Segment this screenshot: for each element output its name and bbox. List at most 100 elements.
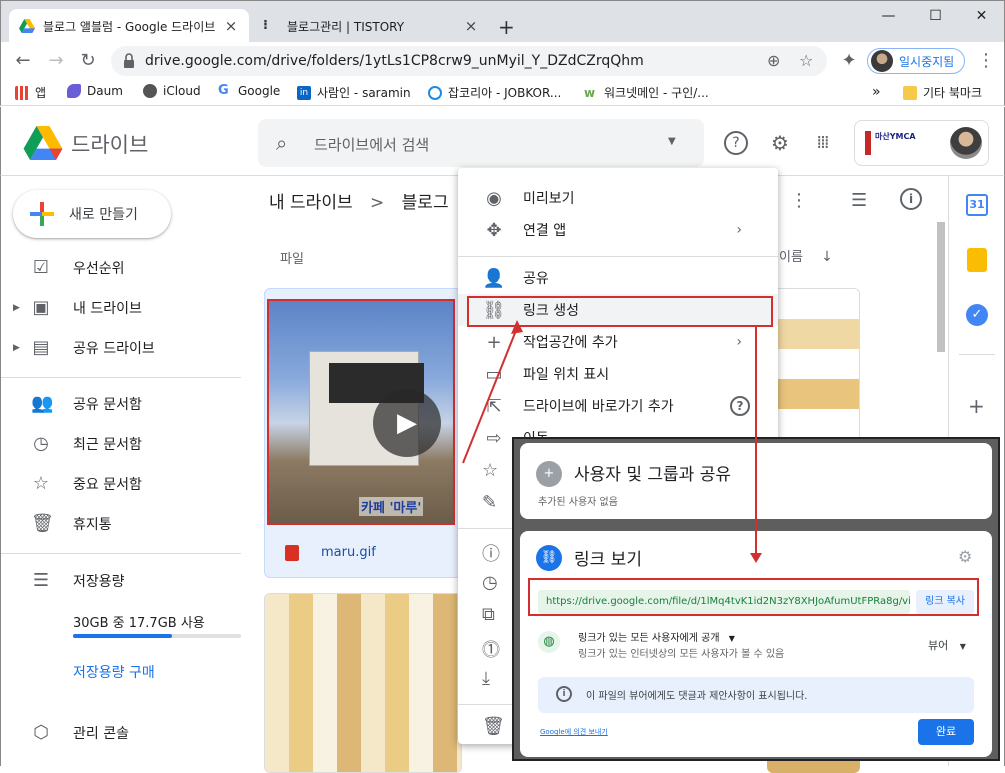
role-dropdown[interactable]: 뷰어 ▼ bbox=[928, 637, 966, 653]
maximize-button[interactable]: ☐ bbox=[913, 1, 958, 31]
menu-item-label: 드라이브에 바로가기 추가 bbox=[523, 399, 674, 415]
link-icon: ⛓ bbox=[536, 545, 562, 571]
breadcrumb-my-drive[interactable]: 내 드라이브 bbox=[269, 193, 353, 213]
bookmark-apps[interactable]: 앱 bbox=[15, 84, 46, 101]
bookmark-jobkorea[interactable]: 잡코리아 - JOBKOR... bbox=[428, 84, 561, 101]
chevron-right-icon: › bbox=[736, 222, 742, 238]
help-icon[interactable]: ? bbox=[724, 131, 748, 155]
new-tab-button[interactable]: + bbox=[498, 15, 515, 39]
sidebar-item-priority[interactable]: ☑ 우선순위 bbox=[1, 252, 241, 284]
address-bar[interactable]: drive.google.com/drive/folders/1ytLs1CP8… bbox=[111, 46, 827, 76]
avatar bbox=[871, 50, 893, 72]
new-button[interactable]: 새로 만들기 bbox=[13, 190, 171, 238]
download-icon[interactable]: ⤓ bbox=[482, 668, 490, 689]
sidebar-item-recent[interactable]: ◷ 최근 문서함 bbox=[1, 428, 241, 460]
bookmarks-bar: 앱 Daum iCloud G Google in 사람인 - saramin … bbox=[0, 80, 1005, 106]
sidebar-item-starred[interactable]: ☆ 중요 문서함 bbox=[1, 468, 241, 500]
chevron-right-icon: › bbox=[736, 334, 742, 350]
arrow-down-icon: ↓ bbox=[821, 249, 833, 265]
google-icon: G bbox=[218, 83, 229, 98]
trash-icon: 🗑 bbox=[31, 513, 54, 534]
divider bbox=[1, 377, 241, 378]
help-icon[interactable]: ? bbox=[730, 396, 750, 416]
avatar[interactable] bbox=[950, 127, 982, 159]
search-input[interactable]: ⌕ 드라이브에서 검색 ▼ bbox=[258, 119, 704, 167]
sidebar-item-my-drive[interactable]: ▶ ▣ 내 드라이브 bbox=[1, 292, 241, 324]
bookmarks-overflow-button[interactable]: » bbox=[872, 84, 881, 100]
bookmark-worknet[interactable]: w 워크넷메인 - 구인/... bbox=[584, 84, 709, 101]
search-icon[interactable]: ⌕ bbox=[276, 131, 287, 155]
sidebar-item-label: 최근 문서함 bbox=[73, 437, 142, 453]
rename-pencil-icon[interactable]: ✎ bbox=[482, 492, 497, 513]
settings-gear-icon[interactable]: ⚙ bbox=[768, 131, 792, 155]
close-tab-icon[interactable]: × bbox=[223, 17, 239, 35]
sort-by-name-button[interactable]: 이름 ↓ bbox=[779, 246, 833, 265]
bookmark-label: Daum bbox=[87, 84, 123, 98]
plus-icon bbox=[30, 202, 54, 226]
breadcrumb-current-folder[interactable]: 블로그 bbox=[402, 193, 449, 213]
sidebar-item-label: 내 드라이브 bbox=[73, 301, 142, 317]
list-view-icon[interactable]: ☰ bbox=[851, 190, 867, 211]
expand-arrow-icon[interactable]: ▶ bbox=[13, 303, 20, 313]
expand-arrow-icon[interactable]: ▶ bbox=[13, 343, 20, 353]
install-app-icon[interactable]: ⊕ bbox=[767, 51, 780, 70]
scrollbar-thumb[interactable] bbox=[937, 222, 945, 352]
sidebar-item-shared-drives[interactable]: ▶ ▤ 공유 드라이브 bbox=[1, 332, 241, 364]
tasks-check-icon[interactable]: ✓ bbox=[966, 304, 988, 326]
sidebar-item-admin-console[interactable]: ⬡ 관리 콘솔 bbox=[1, 717, 241, 749]
bookmark-star-icon[interactable]: ☆ bbox=[799, 51, 813, 70]
add-addon-plus-icon[interactable]: + bbox=[968, 394, 985, 418]
file-card-blurred[interactable] bbox=[264, 593, 462, 773]
apps-grid-icon[interactable]: ⁞⁞⁞ bbox=[810, 131, 834, 155]
google-drive-logo-icon[interactable] bbox=[23, 126, 63, 160]
my-drive-icon: ▣ bbox=[32, 297, 50, 318]
account-switcher[interactable]: 마산YMCA bbox=[854, 120, 989, 166]
minimize-button[interactable]: — bbox=[866, 1, 911, 31]
tab-title: 블로그 앨블럼 - Google 드라이브 bbox=[43, 19, 216, 34]
extensions-puzzle-icon[interactable]: ✦ bbox=[839, 51, 859, 71]
done-button[interactable]: 완료 bbox=[918, 719, 974, 745]
settings-gear-icon[interactable]: ⚙ bbox=[958, 547, 972, 566]
tab-drive[interactable]: 블로그 앨블럼 - Google 드라이브 × bbox=[9, 9, 249, 43]
sidebar-item-storage[interactable]: ☰ 저장용량 bbox=[1, 565, 241, 597]
file-card-maru[interactable]: ▶ 카페 '마루' maru.gif bbox=[264, 288, 462, 578]
bookmark-saramin[interactable]: in 사람인 - saramin bbox=[297, 84, 411, 101]
more-actions-kebab-icon[interactable]: ⋮ bbox=[790, 190, 808, 211]
search-options-icon[interactable]: ▼ bbox=[668, 136, 676, 147]
priority-icon: ☑ bbox=[32, 257, 50, 278]
reload-icon[interactable]: ↻ bbox=[78, 51, 98, 71]
menu-kebab-icon[interactable]: ⋮ bbox=[976, 51, 996, 71]
bookmark-other-folder[interactable]: 기타 북마크 bbox=[903, 84, 982, 101]
send-feedback-link[interactable]: Google에 의견 보내기 bbox=[540, 727, 608, 737]
access-level-dropdown[interactable]: 링크가 있는 모든 사용자에게 공개 ▼ bbox=[578, 629, 735, 644]
eye-icon: ◉ bbox=[486, 187, 502, 209]
url-text: drive.google.com/drive/folders/1ytLs1CP8… bbox=[145, 53, 644, 69]
sidebar-item-trash[interactable]: 🗑 휴지통 bbox=[1, 508, 241, 540]
calendar-icon[interactable]: 31 bbox=[966, 194, 988, 216]
copy-icon[interactable]: ⧉ bbox=[482, 604, 495, 625]
daum-icon bbox=[67, 84, 81, 98]
close-tab-icon[interactable]: × bbox=[463, 17, 479, 35]
sidebar-item-shared-with-me[interactable]: 👥 공유 문서함 bbox=[1, 388, 241, 420]
menu-item-open-with[interactable]: ✥ 연결 앱 › bbox=[458, 214, 778, 246]
bookmark-daum[interactable]: Daum bbox=[67, 84, 123, 98]
report-abuse-icon[interactable]: ⓵ bbox=[482, 636, 500, 662]
menu-item-preview[interactable]: ◉ 미리보기 bbox=[458, 182, 778, 214]
bookmark-google[interactable]: G Google bbox=[218, 83, 280, 99]
access-title: 링크가 있는 모든 사용자에게 공개 bbox=[578, 633, 720, 644]
back-icon[interactable]: ← bbox=[13, 51, 33, 71]
trash-icon[interactable]: 🗑 bbox=[482, 716, 505, 737]
close-window-button[interactable]: ✕ bbox=[959, 1, 1004, 31]
forward-icon[interactable]: → bbox=[46, 51, 66, 71]
file-thumbnail[interactable]: ▶ 카페 '마루' bbox=[267, 299, 455, 525]
profile-button[interactable]: 일시중지됨 bbox=[867, 48, 965, 74]
bookmark-icloud[interactable]: iCloud bbox=[143, 84, 201, 98]
info-icon[interactable]: i bbox=[900, 188, 922, 210]
version-history-icon[interactable]: ◷ bbox=[482, 572, 498, 593]
details-info-icon[interactable]: ⓘ bbox=[482, 540, 500, 566]
menu-item-share[interactable]: 👤 공유 bbox=[458, 262, 778, 294]
tab-tistory[interactable]: ⁝ 블로그관리 | TISTORY × bbox=[253, 9, 489, 43]
gif-play-icon[interactable]: ▶ bbox=[373, 389, 441, 457]
keep-icon[interactable] bbox=[967, 248, 987, 272]
buy-storage-link[interactable]: 저장용량 구매 bbox=[73, 662, 155, 682]
